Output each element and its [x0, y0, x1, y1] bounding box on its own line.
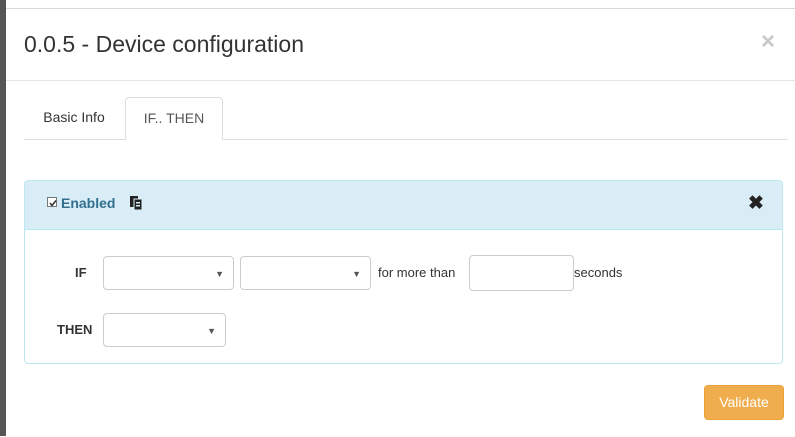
- then-action-select[interactable]: ▼: [103, 313, 226, 347]
- tab-if-then[interactable]: IF.. THEN: [125, 97, 223, 140]
- close-icon[interactable]: ×: [757, 30, 779, 54]
- if-operator-select[interactable]: ▼: [240, 256, 371, 290]
- rule-panel: Enabled ✖ IF ▼ ▼ for more than seconds T…: [24, 180, 783, 364]
- if-condition-select[interactable]: ▼: [103, 256, 234, 290]
- tab-basic-info[interactable]: Basic Info: [24, 97, 124, 139]
- remove-icon[interactable]: ✖: [747, 194, 765, 214]
- validate-button[interactable]: Validate: [704, 385, 784, 420]
- rule-panel-heading: Enabled ✖: [25, 181, 782, 230]
- chevron-down-icon: ▼: [207, 326, 216, 336]
- seconds-input[interactable]: [469, 255, 574, 291]
- check-icon: [49, 200, 57, 207]
- enabled-label[interactable]: Enabled: [61, 195, 115, 211]
- for-more-than-label: for more than: [378, 265, 456, 280]
- then-label: THEN: [57, 322, 93, 337]
- modal-header: 0.0.5 - Device configuration ×: [6, 9, 795, 81]
- chevron-down-icon: ▼: [352, 269, 361, 279]
- chevron-down-icon: ▼: [215, 269, 224, 279]
- tab-bar: Basic Info IF.. THEN: [24, 97, 788, 140]
- copy-icon[interactable]: [129, 195, 143, 211]
- seconds-label: seconds: [574, 265, 623, 280]
- device-configuration-modal: 0.0.5 - Device configuration × Basic Inf…: [6, 8, 795, 437]
- if-label: IF: [75, 265, 87, 280]
- enabled-checkbox[interactable]: [47, 197, 57, 207]
- modal-title: 0.0.5 - Device configuration: [24, 31, 304, 57]
